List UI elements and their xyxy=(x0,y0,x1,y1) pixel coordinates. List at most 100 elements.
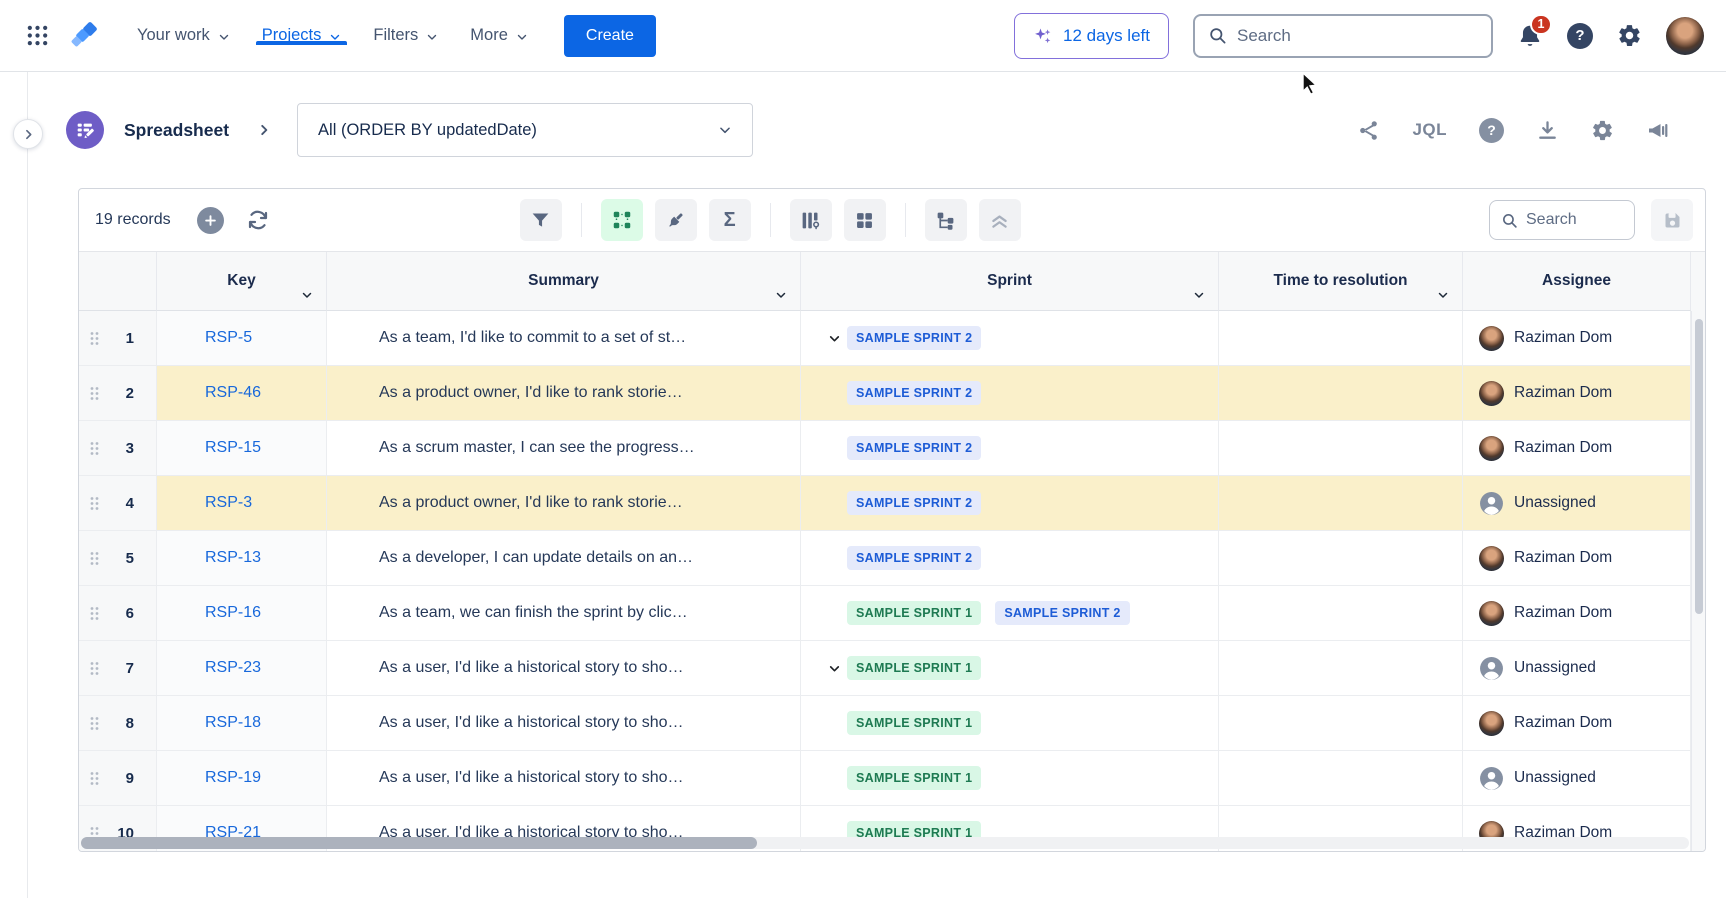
expand-chevron-icon[interactable] xyxy=(821,662,847,675)
issue-key-link[interactable]: RSP-18 xyxy=(205,714,261,732)
table-row[interactable]: 6RSP-16As a team, we can finish the spri… xyxy=(79,586,1705,641)
drag-handle-icon[interactable] xyxy=(90,661,99,676)
sprint-cell[interactable]: SAMPLE SPRINT 1 xyxy=(801,751,1219,806)
assignee-cell[interactable]: Raziman Dom xyxy=(1463,421,1691,476)
time-to-resolution-cell[interactable] xyxy=(1219,586,1463,641)
issue-key-link[interactable]: RSP-3 xyxy=(205,494,252,512)
sprint-badge[interactable]: SAMPLE SPRINT 1 xyxy=(847,711,981,735)
horizontal-scrollbar-thumb[interactable] xyxy=(81,837,757,849)
sprint-badge[interactable]: SAMPLE SPRINT 2 xyxy=(995,601,1129,625)
add-record-button[interactable] xyxy=(197,207,224,234)
time-to-resolution-cell[interactable] xyxy=(1219,641,1463,696)
global-search-input[interactable] xyxy=(1237,26,1478,46)
time-to-resolution-cell[interactable] xyxy=(1219,531,1463,586)
column-header-time-to-resolution[interactable]: Time to resolution xyxy=(1219,252,1463,311)
sprint-cell[interactable]: SAMPLE SPRINT 1SAMPLE SPRINT 2 xyxy=(801,586,1219,641)
vertical-scrollbar[interactable] xyxy=(1691,311,1705,851)
row-number-cell[interactable]: 1 xyxy=(79,311,157,366)
issue-key-link[interactable]: RSP-19 xyxy=(205,769,261,787)
download-icon[interactable] xyxy=(1536,119,1559,142)
create-button[interactable]: Create xyxy=(564,15,656,57)
row-number-cell[interactable]: 2 xyxy=(79,366,157,421)
summary-cell[interactable]: As a user, I'd like a historical story t… xyxy=(327,696,801,751)
row-number-cell[interactable]: 4 xyxy=(79,476,157,531)
manage-columns-button[interactable] xyxy=(790,199,832,241)
sum-button[interactable]: Σ xyxy=(709,199,751,241)
issue-key-link[interactable]: RSP-46 xyxy=(205,384,261,402)
view-selector-dropdown[interactable]: All (ORDER BY updatedDate) xyxy=(297,103,753,157)
key-cell[interactable]: RSP-16 xyxy=(157,586,327,641)
key-cell[interactable]: RSP-23 xyxy=(157,641,327,696)
row-number-cell[interactable]: 8 xyxy=(79,696,157,751)
key-cell[interactable]: RSP-19 xyxy=(157,751,327,806)
summary-cell[interactable]: As a user, I'd like a historical story t… xyxy=(327,641,801,696)
column-header-sprint[interactable]: Sprint xyxy=(801,252,1219,311)
summary-cell[interactable]: As a scrum master, I can see the progres… xyxy=(327,421,801,476)
filter-button[interactable] xyxy=(520,199,562,241)
share-icon[interactable] xyxy=(1357,119,1380,142)
refresh-button[interactable] xyxy=(246,208,270,232)
sprint-cell[interactable]: SAMPLE SPRINT 1 xyxy=(801,641,1219,696)
key-cell[interactable]: RSP-18 xyxy=(157,696,327,751)
vertical-scrollbar-thumb[interactable] xyxy=(1695,319,1703,614)
issue-key-link[interactable]: RSP-16 xyxy=(205,604,261,622)
column-header-summary[interactable]: Summary xyxy=(327,252,801,311)
key-cell[interactable]: RSP-46 xyxy=(157,366,327,421)
issue-key-link[interactable]: RSP-15 xyxy=(205,439,261,457)
hierarchy-button[interactable] xyxy=(925,199,967,241)
help-icon[interactable]: ? xyxy=(1479,118,1504,143)
key-cell[interactable]: RSP-13 xyxy=(157,531,327,586)
table-search[interactable] xyxy=(1489,200,1635,240)
sprint-cell[interactable]: SAMPLE SPRINT 2 xyxy=(801,421,1219,476)
summary-cell[interactable]: As a developer, I can update details on … xyxy=(327,531,801,586)
row-number-cell[interactable]: 5 xyxy=(79,531,157,586)
time-to-resolution-cell[interactable] xyxy=(1219,696,1463,751)
drag-handle-icon[interactable] xyxy=(90,551,99,566)
assignee-cell[interactable]: Raziman Dom xyxy=(1463,586,1691,641)
drag-handle-icon[interactable] xyxy=(90,441,99,456)
sprint-badge[interactable]: SAMPLE SPRINT 2 xyxy=(847,491,981,515)
paintbrush-button[interactable] xyxy=(655,199,697,241)
user-avatar[interactable] xyxy=(1666,17,1704,55)
column-header-assignee[interactable]: Assignee xyxy=(1463,252,1691,311)
assignee-cell[interactable]: Raziman Dom xyxy=(1463,696,1691,751)
table-row[interactable]: 7RSP-23As a user, I'd like a historical … xyxy=(79,641,1705,696)
sprint-cell[interactable]: SAMPLE SPRINT 2 xyxy=(801,311,1219,366)
summary-cell[interactable]: As a user, I'd like a historical story t… xyxy=(327,751,801,806)
column-header-key[interactable]: Key xyxy=(157,252,327,311)
table-row[interactable]: 9RSP-19As a user, I'd like a historical … xyxy=(79,751,1705,806)
expand-chevron-icon[interactable] xyxy=(821,332,847,345)
table-row[interactable]: 5 RSP-13 As a developer, I can update deta… xyxy=(79,531,1705,586)
sprint-badge[interactable]: SAMPLE SPRINT 1 xyxy=(847,656,981,680)
gear-icon[interactable] xyxy=(1591,119,1614,142)
row-number-header[interactable] xyxy=(79,252,157,311)
table-row[interactable]: 3RSP-15As a scrum master, I can see the … xyxy=(79,421,1705,476)
cells-view-button[interactable] xyxy=(601,199,643,241)
drag-handle-icon[interactable] xyxy=(90,496,99,511)
nav-item-your-work[interactable]: Your work xyxy=(121,26,246,45)
assignee-cell[interactable]: Raziman Dom xyxy=(1463,531,1691,586)
drag-handle-icon[interactable] xyxy=(90,331,99,346)
horizontal-scrollbar[interactable] xyxy=(81,837,1689,849)
megaphone-icon[interactable] xyxy=(1646,118,1670,142)
nav-item-more[interactable]: More xyxy=(454,26,544,45)
summary-cell[interactable]: As a team, I'd like to commit to a set o… xyxy=(327,311,801,366)
sprint-cell[interactable]: SAMPLE SPRINT 2 xyxy=(801,476,1219,531)
help-button[interactable]: ? xyxy=(1567,23,1593,49)
row-number-cell[interactable]: 6 xyxy=(79,586,157,641)
notifications-button[interactable]: 1 xyxy=(1517,23,1543,49)
time-to-resolution-cell[interactable] xyxy=(1219,366,1463,421)
nav-item-filters[interactable]: Filters xyxy=(357,26,454,45)
drag-handle-icon[interactable] xyxy=(90,771,99,786)
settings-button[interactable] xyxy=(1617,23,1642,48)
table-row[interactable]: 1 RSP-5 As a team, I'd like to commit to a… xyxy=(79,311,1705,366)
issue-key-link[interactable]: RSP-13 xyxy=(205,549,261,567)
global-search[interactable] xyxy=(1193,14,1493,58)
table-row[interactable]: 4RSP-3As a product owner, I'd like to ra… xyxy=(79,476,1705,531)
jira-logo[interactable] xyxy=(69,21,99,51)
key-cell[interactable]: RSP-15 xyxy=(157,421,327,476)
time-to-resolution-cell[interactable] xyxy=(1219,751,1463,806)
issue-key-link[interactable]: RSP-5 xyxy=(205,329,252,347)
table-row[interactable]: 8 RSP-18 As a user, I'd like a historical … xyxy=(79,696,1705,751)
row-number-cell[interactable]: 7 xyxy=(79,641,157,696)
